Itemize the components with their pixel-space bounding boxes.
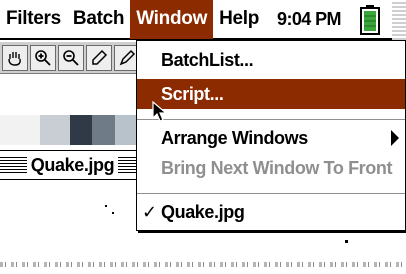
image-speck (345, 240, 348, 243)
menu-window[interactable]: Window (130, 0, 214, 39)
menu-bar: Filters Batch Window Help 9:04 PM (0, 0, 406, 40)
image-preview (0, 115, 145, 145)
menu-separator (137, 119, 405, 120)
battery-icon[interactable] (360, 5, 380, 35)
window-menu-dropdown: BatchList... Script... Arrange Windows B… (136, 40, 406, 231)
check-icon: ✓ (142, 202, 157, 222)
menu-item-bring-next-window: Bring Next Window To Front (137, 153, 405, 183)
title-bar-stripes (0, 157, 27, 173)
menu-item-label: Arrange Windows (161, 128, 308, 148)
mouse-pointer-icon (152, 101, 168, 122)
menubar-edge-strip (392, 0, 406, 40)
image-speck (112, 212, 114, 214)
menu-item-label: Quake.jpg (161, 202, 245, 222)
image-speck (105, 205, 107, 207)
document-title: Quake.jpg (30, 154, 115, 175)
zoom-out-icon[interactable] (58, 44, 84, 71)
menu-item-batchlist[interactable]: BatchList... (137, 45, 405, 75)
menu-help[interactable]: Help (213, 0, 265, 39)
dropper-icon[interactable] (86, 44, 112, 71)
menu-item-label: Script... (161, 84, 224, 104)
menubar-clock[interactable]: 9:04 PM (271, 9, 347, 30)
menu-batch[interactable]: Batch (67, 0, 130, 39)
menu-item-label: Bring Next Window To Front (161, 158, 393, 178)
zoom-in-icon[interactable] (30, 44, 56, 71)
menu-separator (137, 193, 405, 194)
image-noise (0, 262, 406, 267)
menu-filters[interactable]: Filters (0, 0, 67, 39)
menu-item-quake-jpg[interactable]: ✓ Quake.jpg (137, 197, 405, 227)
hand-tool-icon[interactable] (2, 44, 28, 71)
menu-item-label: BatchList... (161, 50, 254, 70)
submenu-arrow-icon (391, 130, 399, 146)
tool-palette (0, 42, 145, 74)
menu-item-arrange-windows[interactable]: Arrange Windows (137, 123, 405, 153)
menu-item-script[interactable]: Script... (137, 79, 405, 109)
document-title-bar[interactable]: Quake.jpg (0, 150, 146, 180)
